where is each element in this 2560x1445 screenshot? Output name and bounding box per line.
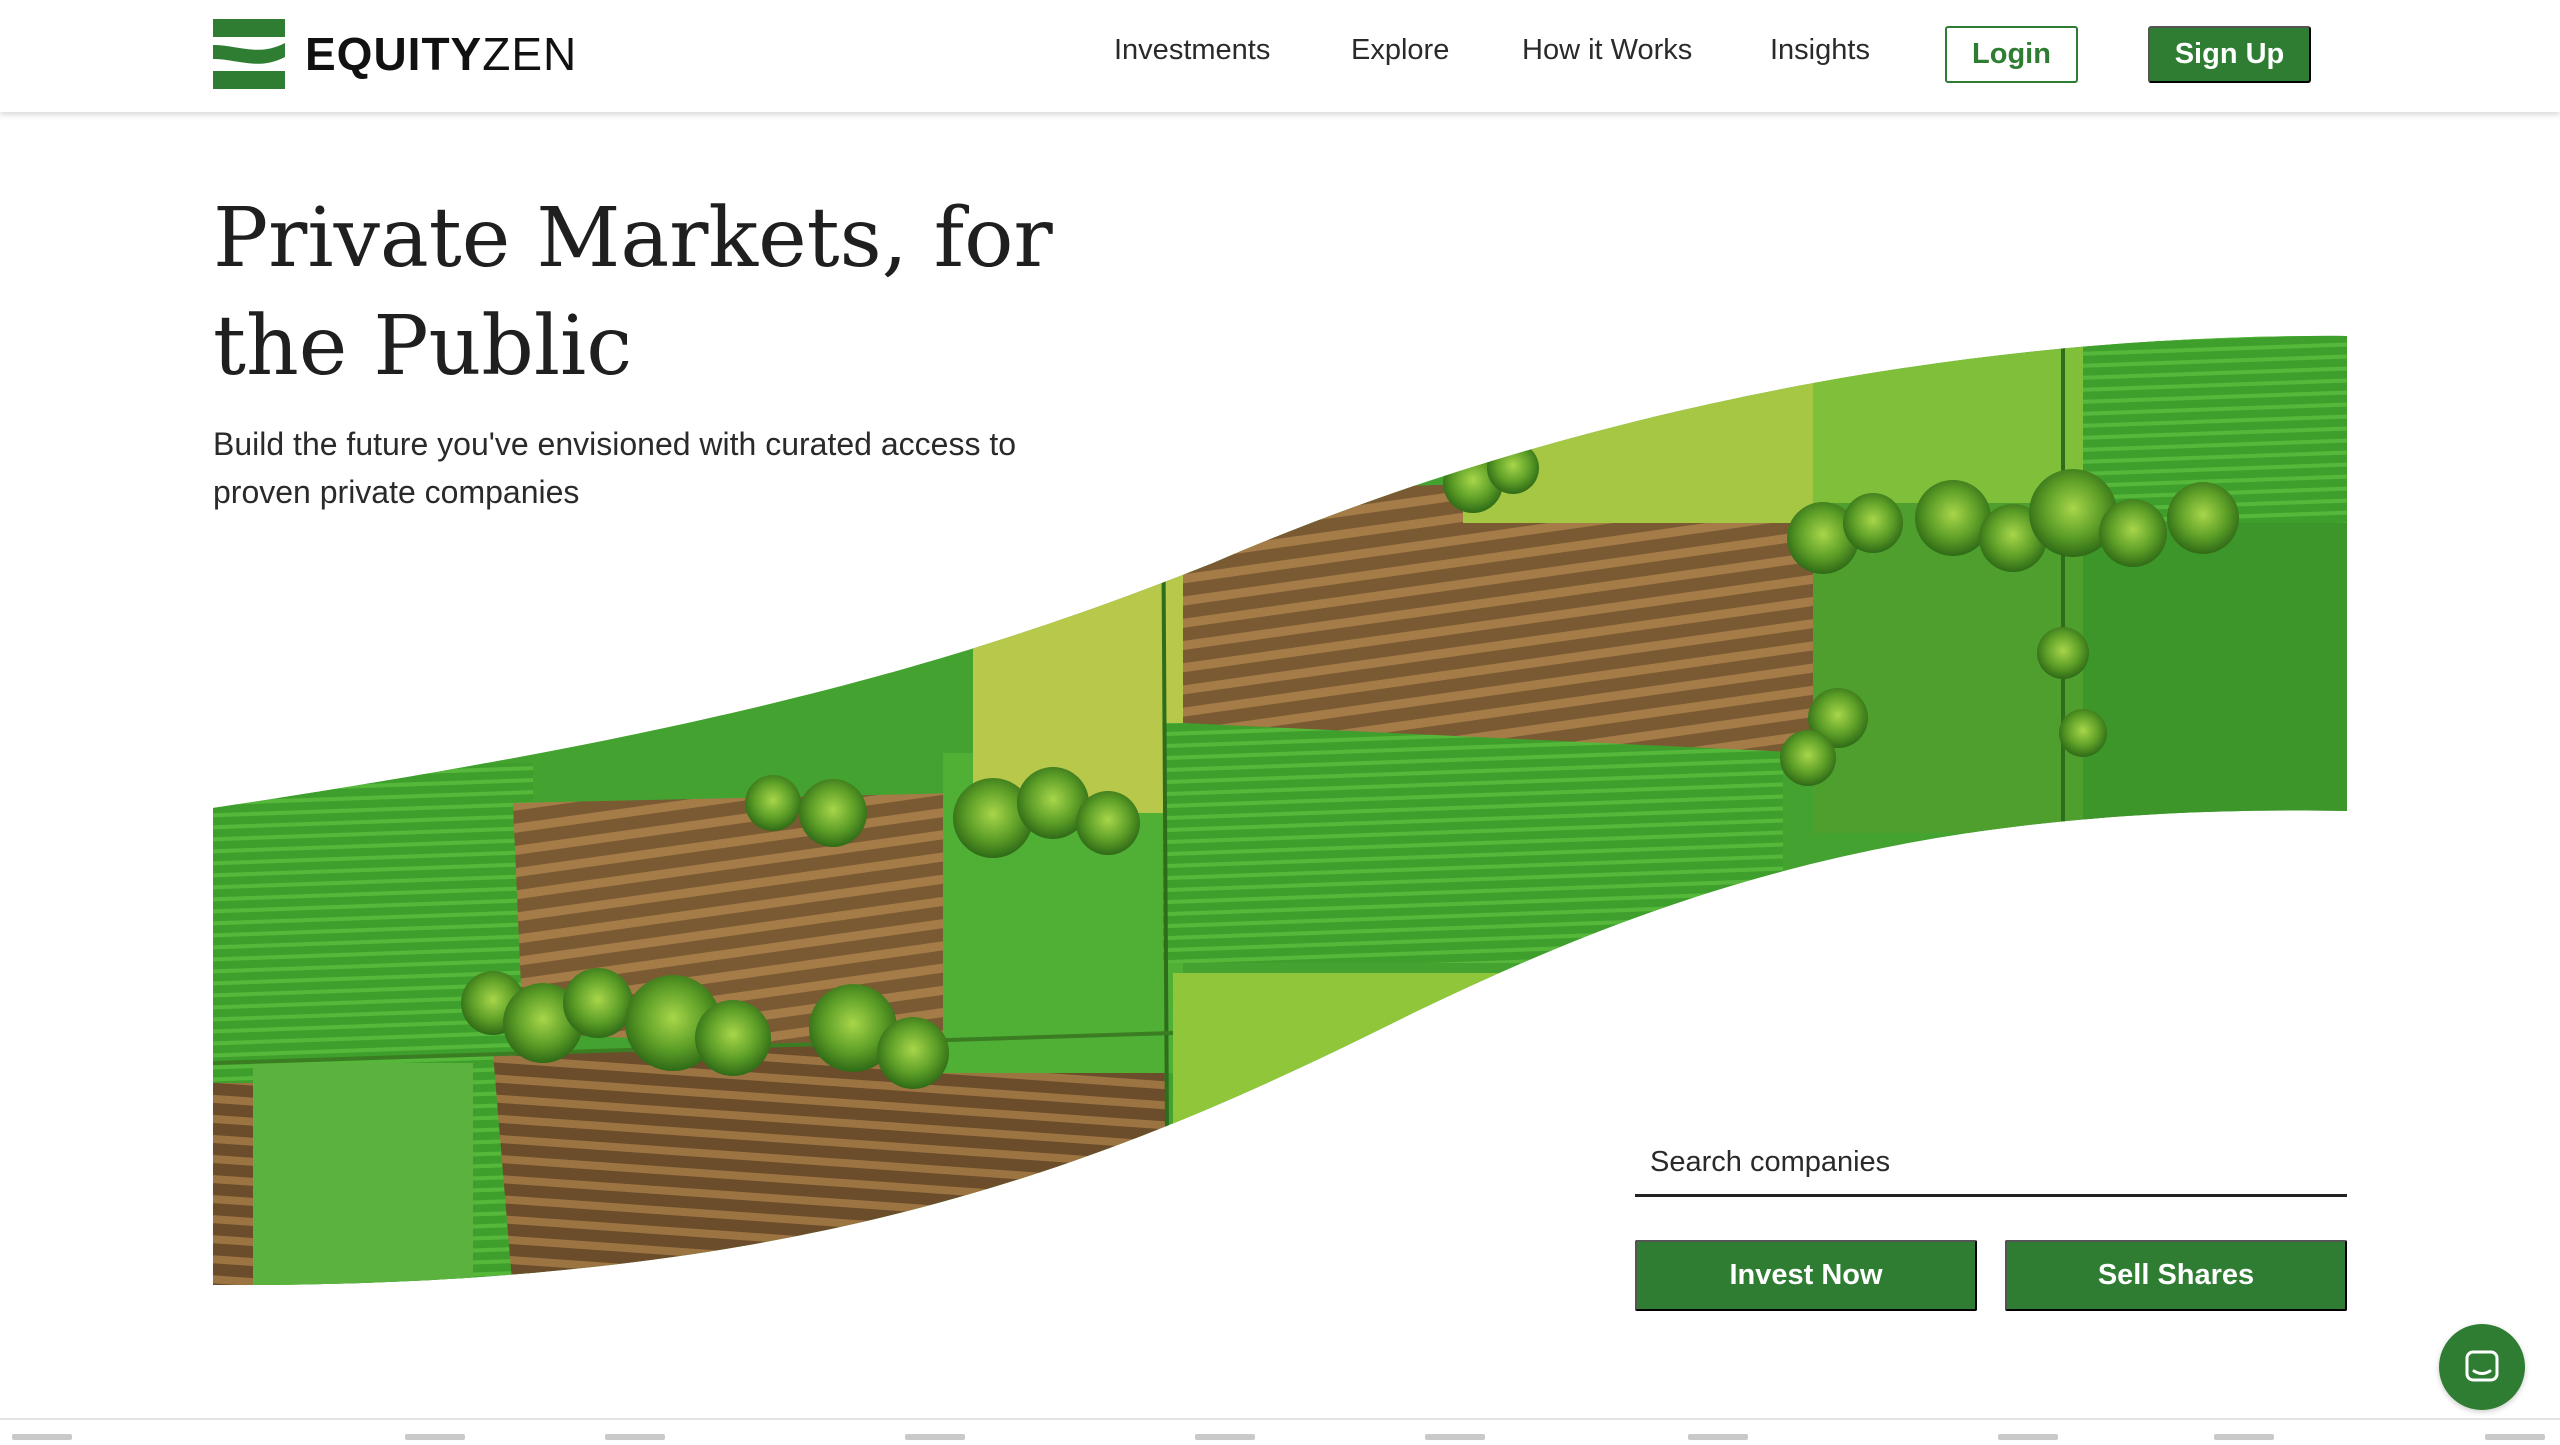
chat-launcher-button[interactable] xyxy=(2439,1324,2525,1410)
company-search[interactable] xyxy=(1635,1130,2347,1197)
equityzen-logo-icon xyxy=(213,19,285,89)
login-button[interactable]: Login xyxy=(1945,26,2078,83)
nav-investments[interactable]: Investments xyxy=(1114,34,1270,67)
signup-button[interactable]: Sign Up xyxy=(2148,26,2311,83)
site-header: EQUITYZEN Investments Explore How it Wor… xyxy=(0,0,2560,112)
company-ticker-strip xyxy=(0,1418,2560,1445)
nav-explore[interactable]: Explore xyxy=(1351,34,1449,67)
sell-shares-button[interactable]: Sell Shares xyxy=(2005,1240,2347,1311)
equityzen-logo[interactable]: EQUITYZEN xyxy=(213,18,577,90)
nav-insights[interactable]: Insights xyxy=(1770,34,1870,67)
logo-wordmark: EQUITYZEN xyxy=(305,28,578,80)
search-input[interactable] xyxy=(1635,1130,2347,1194)
nav-how-it-works[interactable]: How it Works xyxy=(1522,34,1692,67)
chat-icon xyxy=(2465,1350,2499,1382)
invest-now-button[interactable]: Invest Now xyxy=(1635,1240,1977,1311)
